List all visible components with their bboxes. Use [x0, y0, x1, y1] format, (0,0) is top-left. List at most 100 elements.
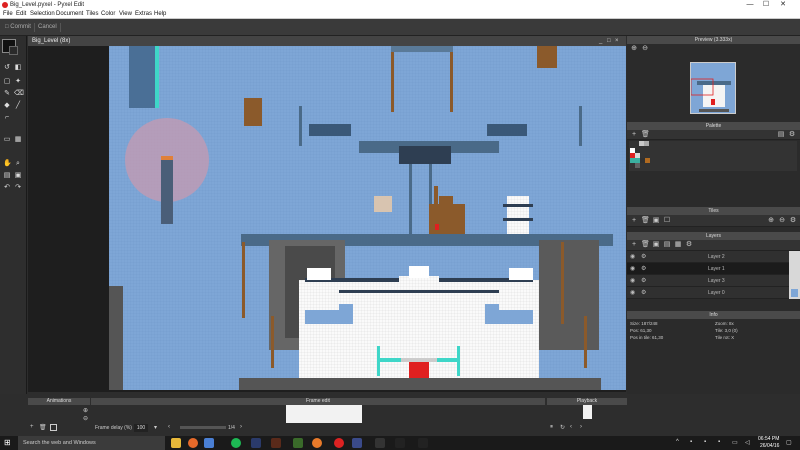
layer-row-layer-1[interactable]: ◉ ⚙ Layer 1 — [627, 263, 789, 275]
menu-file[interactable]: File — [3, 10, 13, 19]
palette-delete-icon[interactable]: 🗑 — [641, 131, 650, 139]
doc-close-button[interactable]: × — [615, 36, 619, 46]
tiles-delete-icon[interactable]: 🗑 — [641, 217, 650, 225]
eyedropper-icon[interactable]: ⌐ — [3, 114, 11, 122]
app-icon-dark[interactable] — [395, 438, 405, 448]
eye-icon[interactable]: ◉ — [630, 251, 635, 263]
swap-colors-icon[interactable]: ↺ — [3, 64, 11, 72]
pan-hand-icon[interactable]: ✋ — [3, 160, 12, 168]
doc-maximize-button[interactable]: □ — [607, 36, 611, 46]
menu-edit[interactable]: Edit — [16, 10, 26, 19]
preview-zoom-in-icon[interactable]: ⊕ — [630, 45, 638, 53]
gear-icon[interactable]: ⚙ — [641, 263, 646, 275]
select-icon[interactable]: ▢ — [3, 78, 11, 86]
windows-start-icon[interactable]: ⊞ — [4, 439, 12, 447]
animation-settings-icon[interactable] — [50, 424, 57, 431]
menu-selection[interactable]: Selection — [30, 10, 55, 19]
layer-row-layer-0[interactable]: ◉ ⚙ Layer 0 — [627, 287, 789, 299]
volume-icon[interactable]: ◁ — [745, 439, 750, 446]
layer-settings-icon[interactable]: ⚙ — [685, 241, 693, 249]
firefox-icon[interactable] — [188, 438, 198, 448]
layer-delete-icon[interactable]: 🗑 — [641, 241, 650, 249]
tiles-zoom-out-icon[interactable]: ⊖ — [778, 217, 786, 225]
palette-swatch[interactable] — [645, 158, 650, 163]
playback-next-icon[interactable]: › — [580, 424, 582, 430]
tile-place-icon[interactable]: ▭ — [3, 136, 11, 144]
pyxel-edit-taskbar-icon[interactable] — [334, 438, 344, 448]
default-colors-icon[interactable]: ◧ — [14, 64, 22, 72]
preview-thumbnail[interactable] — [690, 62, 736, 114]
frame-delay-down-icon[interactable]: ▾ — [154, 424, 157, 431]
menu-tiles[interactable]: Tiles — [86, 10, 98, 19]
tray-app-icon[interactable]: ▪ — [718, 439, 720, 445]
palette-swatch[interactable] — [644, 141, 649, 146]
layer-group-icon[interactable]: ▦ — [674, 241, 682, 249]
doc-minimize-button[interactable]: _ — [599, 36, 602, 46]
file-explorer-icon[interactable] — [171, 438, 181, 448]
pause-icon[interactable]: ⏸ — [550, 424, 553, 431]
gear-icon[interactable]: ⚙ — [641, 287, 646, 299]
notifications-icon[interactable]: ▢ — [786, 439, 792, 446]
eye-icon[interactable]: ◉ — [630, 287, 635, 299]
tiles-view-icon[interactable]: ☐ — [663, 217, 671, 225]
next-frame-icon[interactable]: › — [240, 424, 242, 430]
zoom-in-icon[interactable]: ⊕ — [83, 407, 88, 414]
tray-app-icon[interactable]: ▪ — [690, 439, 692, 445]
gear-icon[interactable]: ⚙ — [641, 275, 646, 287]
tile-grid-icon[interactable]: ▦ — [14, 136, 22, 144]
tiles-settings-icon[interactable]: ⚙ — [789, 217, 797, 225]
frame-slider[interactable] — [180, 426, 226, 429]
commit-button[interactable]: □ Commit — [2, 23, 35, 32]
tile-select-icon[interactable]: ▤ — [3, 172, 11, 180]
app-icon-x[interactable] — [418, 438, 428, 448]
animation-delete-icon[interactable]: 🗑 — [39, 424, 47, 431]
minimize-button[interactable]: — — [743, 0, 757, 10]
magic-wand-icon[interactable]: ✦ — [14, 78, 22, 86]
frame-thumbnail[interactable] — [286, 405, 362, 423]
cancel-button[interactable]: Cancel — [35, 23, 61, 32]
tray-expand-icon[interactable]: ^ — [676, 439, 679, 445]
app-icon-gear[interactable] — [375, 438, 385, 448]
app-icon-blue[interactable] — [204, 438, 214, 448]
gear-icon[interactable]: ⚙ — [641, 251, 646, 263]
undo-icon[interactable]: ↶ — [3, 184, 11, 192]
palette-import-icon[interactable]: ▤ — [777, 131, 785, 139]
tiles-zoom-in-icon[interactable]: ⊕ — [767, 217, 775, 225]
palette-swatch[interactable] — [635, 163, 640, 168]
palette-add-icon[interactable]: + — [630, 131, 638, 139]
palette-settings-icon[interactable]: ⚙ — [788, 131, 796, 139]
menu-view[interactable]: View — [119, 10, 132, 19]
dreamweaver-icon[interactable] — [293, 438, 303, 448]
zoom-out-icon[interactable]: ⊖ — [83, 415, 88, 422]
close-button[interactable]: ✕ — [776, 0, 790, 10]
tray-app-icon[interactable]: ▪ — [704, 439, 706, 445]
photoshop-icon[interactable] — [251, 438, 261, 448]
tiles-add-icon[interactable]: + — [630, 217, 638, 225]
layer-duplicate-icon[interactable]: ▣ — [652, 241, 660, 249]
clock-time[interactable]: 06:54 PM — [758, 436, 779, 443]
app-icon-purple[interactable] — [352, 438, 362, 448]
layer-row-layer-3[interactable]: ◉ ⚙ Layer 3 — [627, 275, 789, 287]
pixel-art-canvas[interactable] — [109, 46, 626, 390]
layer-merge-icon[interactable]: ▤ — [663, 241, 671, 249]
line-icon[interactable]: ╱ — [14, 102, 22, 110]
illustrator-icon[interactable] — [271, 438, 281, 448]
layer-add-icon[interactable]: + — [630, 241, 638, 249]
menu-extras[interactable]: Extras — [135, 10, 152, 19]
eraser-icon[interactable]: ⌫ — [14, 90, 24, 98]
taskbar-search[interactable]: Search the web and Windows — [18, 436, 165, 450]
playback-prev-icon[interactable]: ‹ — [570, 424, 572, 430]
redo-icon[interactable]: ↷ — [14, 184, 22, 192]
blender-icon[interactable] — [312, 438, 322, 448]
menu-help[interactable]: Help — [154, 10, 166, 19]
eye-icon[interactable]: ◉ — [630, 263, 635, 275]
zoom-icon[interactable]: ⌕ — [14, 160, 22, 168]
eye-icon[interactable]: ◉ — [630, 275, 635, 287]
preview-zoom-out-icon[interactable]: ⊖ — [641, 45, 649, 53]
tiles-copy-icon[interactable]: ▣ — [652, 217, 660, 225]
loop-icon[interactable]: ↻ — [560, 424, 565, 431]
spotify-icon[interactable] — [231, 438, 241, 448]
menu-document[interactable]: Document — [56, 10, 83, 19]
prev-frame-icon[interactable]: ‹ — [168, 424, 170, 430]
frame-delay-input[interactable]: 100 — [134, 424, 148, 432]
